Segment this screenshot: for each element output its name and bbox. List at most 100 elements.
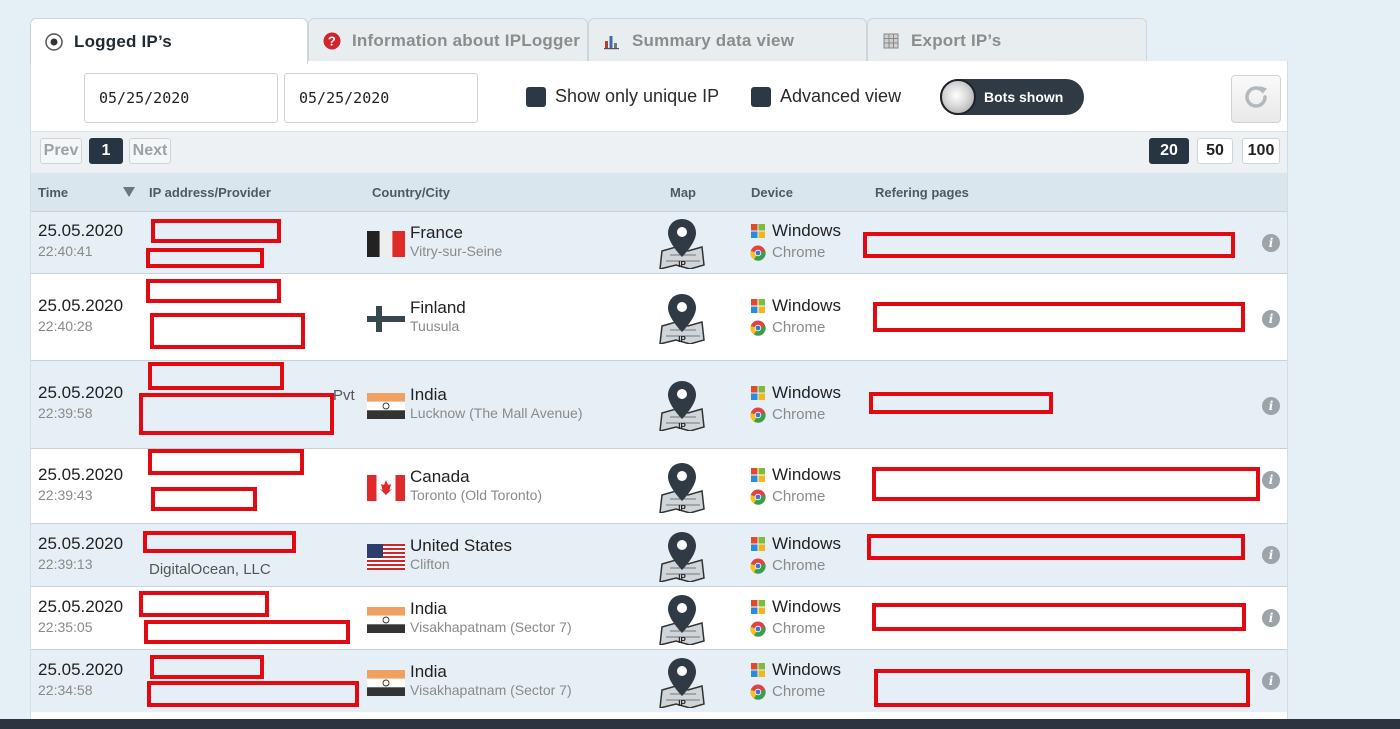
svg-text:IP: IP (678, 422, 686, 431)
windows-icon (750, 223, 766, 239)
row-os: Windows (750, 383, 841, 403)
row-city: Visakhapatnam (Sector 7) (410, 682, 572, 698)
map-pin-icon[interactable]: IP (656, 379, 708, 436)
chrome-icon (750, 558, 766, 574)
toggle-knob[interactable] (940, 79, 976, 115)
table-row: 25.05.2020 22:39:13 DigitalOcean, LLC Unite… (31, 523, 1287, 586)
table-row: 25.05.2020 22:39:58 Pvt India Lucknow (The M… (31, 360, 1287, 448)
tab-summary[interactable]: Summary data view (588, 18, 867, 62)
row-date: 25.05.2020 (38, 383, 124, 402)
tab-label: Information about IPLogger (352, 30, 581, 50)
row-country: United States (410, 536, 513, 555)
row-browser: Chrome (750, 406, 825, 423)
col-ip: IP address/Provider (149, 185, 271, 200)
refresh-button[interactable] (1231, 75, 1281, 123)
page-1-button[interactable]: 1 (89, 138, 123, 164)
map-pin-icon[interactable]: IP (656, 292, 708, 349)
row-provider: DigitalOcean, LLC (149, 561, 271, 578)
svg-text:IP: IP (678, 335, 686, 344)
col-time[interactable]: Time (38, 185, 68, 200)
map-pin-icon[interactable]: IP (656, 217, 708, 274)
page-size-20[interactable]: 20 (1149, 138, 1189, 164)
info-icon[interactable]: i (1262, 310, 1280, 328)
row-city: Tuusula (410, 318, 460, 334)
redacted-referer (863, 232, 1235, 258)
windows-icon (750, 467, 766, 483)
redacted-ip (150, 655, 264, 679)
map-pin-icon[interactable]: IP (656, 530, 708, 587)
row-time: 22:39:58 (38, 405, 93, 421)
redacted-ip (151, 487, 257, 511)
india-flag-icon (367, 607, 405, 638)
unique-ip-checkbox[interactable]: Show only unique IP (526, 86, 719, 107)
col-country: Country/City (372, 185, 450, 200)
row-browser-label: Chrome (772, 319, 826, 336)
row-time: 22:39:43 (38, 487, 93, 503)
checkbox-box[interactable] (751, 86, 771, 107)
col-referer: Refering pages (875, 185, 969, 200)
prev-page-button[interactable]: Prev (40, 138, 82, 164)
row-browser: Chrome (750, 488, 825, 505)
date-from-input[interactable] (84, 73, 278, 123)
info-icon[interactable]: i (1262, 397, 1280, 415)
row-os-label: Windows (772, 597, 841, 616)
france-flag-icon (367, 231, 405, 262)
row-provider: Pvt (333, 387, 355, 404)
chrome-icon (750, 621, 766, 637)
pager-bar: Prev 1 Next 20 50 100 (31, 131, 1287, 173)
table-row: 25.05.2020 22:39:43 Canada Toronto (Old Tor… (31, 448, 1287, 523)
eye-icon (45, 32, 63, 51)
usa-flag-icon (367, 544, 405, 575)
tab-bar: Logged IP’s ? Information about IPLogger… (30, 18, 1150, 64)
table-row: 25.05.2020 22:34:58 India Visakhapatnam (Se… (31, 649, 1287, 712)
chrome-icon (750, 320, 766, 336)
row-city: Toronto (Old Toronto) (410, 487, 543, 503)
row-os: Windows (750, 660, 841, 680)
map-pin-icon[interactable]: IP (656, 461, 708, 518)
row-os-label: Windows (772, 465, 841, 484)
windows-icon (750, 536, 766, 552)
row-date: 25.05.2020 (38, 534, 124, 553)
bots-toggle[interactable]: Bots shown (940, 79, 1084, 115)
advanced-view-checkbox[interactable]: Advanced view (751, 86, 901, 107)
row-os-label: Windows (772, 660, 841, 679)
canada-flag-icon (367, 475, 405, 506)
row-date: 25.05.2020 (38, 221, 124, 240)
row-country: France (410, 223, 463, 242)
windows-icon (750, 385, 766, 401)
tab-export[interactable]: Export IP’s (867, 18, 1147, 62)
row-country: India (410, 662, 447, 681)
row-date: 25.05.2020 (38, 465, 124, 484)
question-icon: ? (323, 32, 341, 50)
info-icon[interactable]: i (1262, 471, 1280, 489)
row-os: Windows (750, 465, 841, 485)
map-pin-icon[interactable]: IP (656, 593, 708, 650)
page-size-50[interactable]: 50 (1197, 138, 1233, 164)
info-icon[interactable]: i (1262, 672, 1280, 690)
refresh-icon (1241, 82, 1271, 117)
row-os-label: Windows (772, 383, 841, 402)
map-pin-icon[interactable]: IP (656, 656, 708, 713)
svg-text:?: ? (328, 33, 336, 48)
sort-desc-icon[interactable] (123, 185, 135, 200)
next-page-button[interactable]: Next (129, 138, 171, 164)
row-os-label: Windows (772, 221, 841, 240)
redacted-ip (147, 681, 359, 707)
row-os: Windows (750, 534, 841, 554)
page-size-100[interactable]: 100 (1242, 138, 1280, 164)
row-time: 22:35:05 (38, 619, 93, 635)
row-city: Vitry-sur-Seine (410, 243, 503, 259)
redacted-ip (148, 362, 284, 390)
table-row: 25.05.2020 22:40:28 Finland Tuusula IP Window… (31, 273, 1287, 360)
tab-label: Logged IP’s (74, 31, 172, 51)
info-icon[interactable]: i (1262, 546, 1280, 564)
checkbox-box[interactable] (526, 86, 546, 107)
info-icon[interactable]: i (1262, 234, 1280, 252)
tab-information[interactable]: ? Information about IPLogger (308, 18, 588, 62)
tab-logged-ips[interactable]: Logged IP’s (30, 18, 308, 64)
row-browser-label: Chrome (772, 488, 826, 505)
redacted-ip (146, 279, 281, 303)
table-row: 25.05.2020 22:40:41 France Vitry-sur-Seine I… (31, 211, 1287, 273)
date-to-input[interactable] (284, 73, 478, 123)
info-icon[interactable]: i (1262, 609, 1280, 627)
